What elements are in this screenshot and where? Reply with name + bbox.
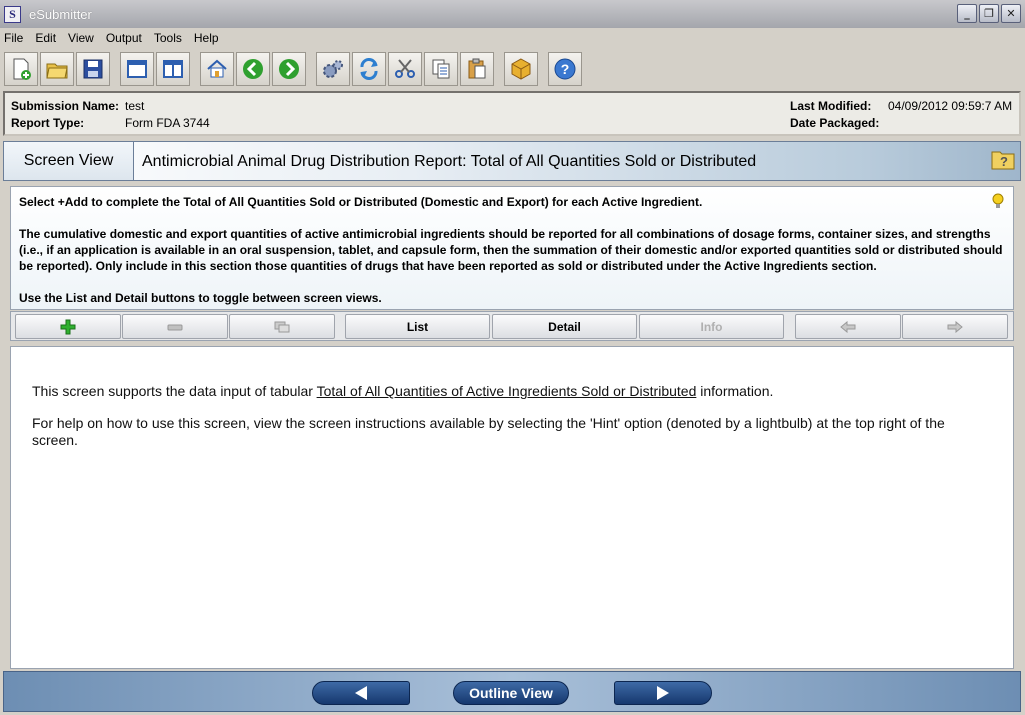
instruction-toggle: Use the List and Detail buttons to toggl… bbox=[19, 291, 382, 305]
action-bar: List Detail Info bbox=[10, 311, 1014, 341]
report-type-value: Form FDA 3744 bbox=[125, 116, 210, 130]
back-button[interactable] bbox=[236, 52, 270, 86]
last-modified-value: 04/09/2012 09:59:7 AM bbox=[888, 99, 1013, 113]
settings-button[interactable] bbox=[316, 52, 350, 86]
left-triangle-icon bbox=[355, 686, 367, 700]
gears-icon bbox=[323, 60, 343, 78]
copy-icon bbox=[432, 59, 450, 79]
new-document-icon bbox=[13, 58, 31, 80]
new-button[interactable] bbox=[4, 52, 38, 86]
bottom-navigation: Outline View bbox=[3, 671, 1021, 712]
title-bar: S eSubmitter _ ❐ ✕ bbox=[0, 0, 1025, 28]
screen-view-bar: Screen View Antimicrobial Animal Drug Di… bbox=[3, 141, 1021, 181]
last-modified-label: Last Modified: bbox=[790, 99, 872, 113]
duplicate-icon bbox=[274, 321, 290, 332]
menu-file[interactable]: File bbox=[4, 31, 23, 45]
minus-icon bbox=[167, 324, 183, 330]
instruction-add: Select +Add to complete the Total of All… bbox=[19, 195, 703, 209]
cut-button[interactable] bbox=[388, 52, 422, 86]
previous-screen-button[interactable] bbox=[312, 681, 410, 705]
quantities-link[interactable]: Total of All Quantities of Active Ingred… bbox=[317, 383, 697, 399]
svg-text:?: ? bbox=[561, 61, 570, 77]
menu-tools[interactable]: Tools bbox=[154, 31, 182, 45]
submission-name-label: Submission Name: bbox=[11, 99, 120, 113]
back-arrow-icon bbox=[243, 59, 263, 79]
home-button[interactable] bbox=[200, 52, 234, 86]
right-arrow-icon bbox=[947, 320, 963, 333]
window-title: eSubmitter bbox=[29, 6, 92, 22]
forward-arrow-icon bbox=[279, 59, 299, 79]
forward-button[interactable] bbox=[272, 52, 306, 86]
plus-icon bbox=[60, 319, 76, 334]
list-button[interactable]: List bbox=[345, 314, 490, 339]
lightbulb-icon[interactable] bbox=[991, 193, 1005, 209]
menu-bar: File Edit View Output Tools Help bbox=[0, 28, 1025, 48]
submission-name-value: test bbox=[125, 99, 145, 113]
refresh-icon bbox=[360, 58, 378, 80]
svg-text:?: ? bbox=[1000, 154, 1008, 169]
left-arrow-icon bbox=[840, 320, 856, 333]
cut-icon bbox=[395, 59, 415, 78]
split-view-icon bbox=[163, 60, 183, 78]
minimize-button[interactable]: _ bbox=[957, 4, 977, 23]
add-button[interactable] bbox=[15, 314, 121, 339]
help-folder-icon[interactable]: ? bbox=[990, 146, 1016, 172]
refresh-button[interactable] bbox=[352, 52, 386, 86]
menu-output[interactable]: Output bbox=[106, 31, 142, 45]
copy-button[interactable] bbox=[424, 52, 458, 86]
save-button[interactable] bbox=[76, 52, 110, 86]
restore-button[interactable]: ❐ bbox=[979, 4, 999, 23]
menu-edit[interactable]: Edit bbox=[35, 31, 56, 45]
package-icon bbox=[511, 58, 531, 80]
previous-record-button[interactable] bbox=[795, 314, 901, 339]
content-line-2: For help on how to use this screen, view… bbox=[32, 415, 945, 448]
open-button[interactable] bbox=[40, 52, 74, 86]
screen-view-label: Screen View bbox=[4, 142, 134, 180]
remove-button[interactable] bbox=[122, 314, 228, 339]
split-view-button[interactable] bbox=[156, 52, 190, 86]
menu-help[interactable]: Help bbox=[194, 31, 219, 45]
next-record-button[interactable] bbox=[902, 314, 1008, 339]
window-button[interactable] bbox=[120, 52, 154, 86]
detail-button[interactable]: Detail bbox=[492, 314, 637, 339]
open-folder-icon bbox=[46, 63, 68, 79]
help-button[interactable]: ? bbox=[548, 52, 582, 86]
app-icon: S bbox=[4, 5, 21, 23]
paste-button[interactable] bbox=[460, 52, 494, 86]
content-area: This screen supports the data input of t… bbox=[10, 346, 1014, 669]
outline-view-button[interactable]: Outline View bbox=[453, 681, 569, 705]
home-icon bbox=[207, 59, 227, 78]
help-icon: ? bbox=[554, 58, 576, 80]
menu-view[interactable]: View bbox=[68, 31, 94, 45]
instruction-cumulative: The cumulative domestic and export quant… bbox=[19, 227, 1003, 273]
save-icon bbox=[83, 59, 103, 79]
instructions-panel: Select +Add to complete the Total of All… bbox=[10, 186, 1014, 310]
right-triangle-icon bbox=[657, 686, 669, 700]
info-button[interactable]: Info bbox=[639, 314, 784, 339]
date-packaged-label: Date Packaged: bbox=[790, 116, 880, 130]
content-line-1: This screen supports the data input of t… bbox=[32, 383, 774, 399]
next-screen-button[interactable] bbox=[614, 681, 712, 705]
toolbar: ? bbox=[0, 49, 1025, 89]
window-icon bbox=[127, 60, 147, 78]
package-button[interactable] bbox=[504, 52, 538, 86]
report-type-label: Report Type: bbox=[11, 116, 85, 130]
screen-title: Antimicrobial Animal Drug Distribution R… bbox=[142, 153, 757, 170]
close-button[interactable]: ✕ bbox=[1001, 4, 1021, 23]
submission-info-panel: Submission Name: test Report Type: Form … bbox=[3, 91, 1021, 136]
duplicate-button[interactable] bbox=[229, 314, 335, 339]
paste-icon bbox=[468, 58, 486, 79]
